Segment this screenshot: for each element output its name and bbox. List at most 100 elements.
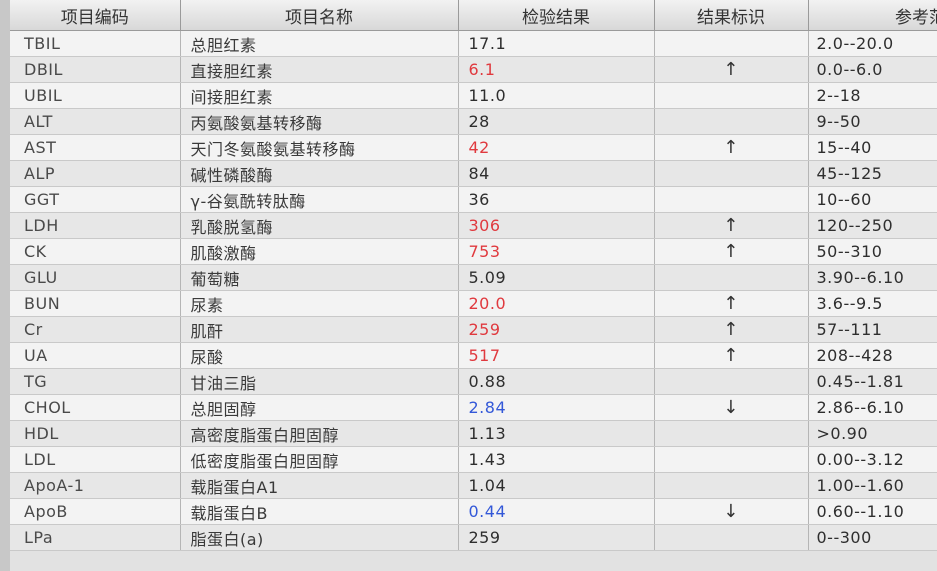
cell-name: 丙氨酸氨基转移酶 — [180, 108, 459, 135]
cell-ref: 10--60 — [808, 186, 937, 213]
cell-flag: ↓ — [654, 394, 809, 421]
cell-ref: 0.00--3.12 — [808, 446, 937, 473]
cell-ref: 2.0--20.0 — [808, 30, 937, 57]
cell-flag: ↑ — [654, 212, 809, 239]
cell-result: 1.13 — [458, 420, 655, 447]
cell-flag — [654, 264, 809, 291]
cell-code: LPa — [10, 524, 181, 551]
table-row[interactable]: GGT γ-谷氨酰转肽酶 36 10--60 — [10, 186, 937, 213]
cell-result: 1.43 — [458, 446, 655, 473]
table-row[interactable]: GLU 葡萄糖 5.09 3.90--6.10 — [10, 264, 937, 291]
cell-name: 尿酸 — [180, 342, 459, 369]
cell-code: LDL — [10, 446, 181, 473]
table-row[interactable]: CHOL 总胆固醇 2.84 ↓ 2.86--6.10 — [10, 394, 937, 421]
cell-flag — [654, 420, 809, 447]
table-row[interactable]: BUN 尿素 20.0 ↑ 3.6--9.5 — [10, 290, 937, 317]
table-row[interactable]: TG 甘油三脂 0.88 0.45--1.81 — [10, 368, 937, 395]
cell-name: 载脂蛋白B — [180, 498, 459, 525]
cell-result: 84 — [458, 160, 655, 187]
cell-ref: 3.90--6.10 — [808, 264, 937, 291]
cell-result: 517 — [458, 342, 655, 369]
cell-ref: 1.00--1.60 — [808, 472, 937, 499]
cell-flag: ↑ — [654, 56, 809, 83]
cell-name: 甘油三脂 — [180, 368, 459, 395]
cell-flag — [654, 108, 809, 135]
cell-code: UA — [10, 342, 181, 369]
column-header-result[interactable]: 检验结果 — [458, 0, 655, 31]
cell-result: 11.0 — [458, 82, 655, 109]
table-header-row: 项目编码 项目名称 检验结果 结果标识 参考范围 — [10, 0, 937, 31]
table-row[interactable]: AST 天门冬氨酸氨基转移酶 42 ↑ 15--40 — [10, 134, 937, 161]
cell-code: LDH — [10, 212, 181, 239]
table-row[interactable]: LDH 乳酸脱氢酶 306 ↑ 120--250 — [10, 212, 937, 239]
cell-ref: 45--125 — [808, 160, 937, 187]
cell-name: 脂蛋白(a) — [180, 524, 459, 551]
table-row[interactable]: Cr 肌酐 259 ↑ 57--111 — [10, 316, 937, 343]
cell-ref: 0.0--6.0 — [808, 56, 937, 83]
cell-name: 天门冬氨酸氨基转移酶 — [180, 134, 459, 161]
cell-ref: 2.86--6.10 — [808, 394, 937, 421]
table-row[interactable]: LPa 脂蛋白(a) 259 0--300 — [10, 524, 937, 551]
cell-flag: ↑ — [654, 238, 809, 265]
lab-results-screen: 项目编码 项目名称 检验结果 结果标识 参考范围 TBIL总胆红素17.1 2.0… — [0, 0, 937, 571]
cell-name: 载脂蛋白A1 — [180, 472, 459, 499]
table-row[interactable]: UBIL 间接胆红素 11.0 2--18 — [10, 82, 937, 109]
table-row[interactable]: ALT 丙氨酸氨基转移酶 28 9--50 — [10, 108, 937, 135]
cell-flag — [654, 82, 809, 109]
table-row[interactable]: UA 尿酸 517 ↑ 208--428 — [10, 342, 937, 369]
cell-code: DBIL — [10, 56, 181, 83]
cell-code: HDL — [10, 420, 181, 447]
window-left-edge — [0, 0, 10, 571]
cell-ref: 0.45--1.81 — [808, 368, 937, 395]
column-header-name[interactable]: 项目名称 — [180, 0, 459, 31]
cell-name: 尿素 — [180, 290, 459, 317]
table-row[interactable]: LDL 低密度脂蛋白胆固醇 1.43 0.00--3.12 — [10, 446, 937, 473]
cell-ref: 120--250 — [808, 212, 937, 239]
cell-result: 28 — [458, 108, 655, 135]
cell-flag — [654, 524, 809, 551]
cell-ref: 208--428 — [808, 342, 937, 369]
cell-ref: 9--50 — [808, 108, 937, 135]
cell-name: 肌酐 — [180, 316, 459, 343]
cell-code: TG — [10, 368, 181, 395]
cell-result: 20.0 — [458, 290, 655, 317]
cell-result: 2.84 — [458, 394, 655, 421]
column-header-ref[interactable]: 参考范围 — [808, 0, 937, 31]
cell-result: 259 — [458, 524, 655, 551]
cell-code: UBIL — [10, 82, 181, 109]
cell-flag: ↑ — [654, 290, 809, 317]
column-header-flag[interactable]: 结果标识 — [654, 0, 809, 31]
cell-result: 306 — [458, 212, 655, 239]
cell-result: 6.1 — [458, 56, 655, 83]
cell-ref: >0.90 — [808, 420, 937, 447]
cell-ref: 15--40 — [808, 134, 937, 161]
column-header-code[interactable]: 项目编码 — [10, 0, 181, 31]
table-row[interactable]: TBIL 总胆红素 17.1 2.0--20.0 — [10, 30, 937, 57]
cell-code: BUN — [10, 290, 181, 317]
table-row[interactable]: CK 肌酸激酶 753 ↑ 50--310 — [10, 238, 937, 265]
cell-flag — [654, 30, 809, 57]
table-row[interactable]: DBIL 直接胆红素 6.1 ↑ 0.0--6.0 — [10, 56, 937, 83]
cell-code: ApoA-1 — [10, 472, 181, 499]
cell-name: 总胆固醇 — [180, 394, 459, 421]
cell-code: CHOL — [10, 394, 181, 421]
cell-ref: 50--310 — [808, 238, 937, 265]
cell-name: 乳酸脱氢酶 — [180, 212, 459, 239]
table-row[interactable]: HDL 高密度脂蛋白胆固醇 1.13 >0.90 — [10, 420, 937, 447]
cell-name: 直接胆红素 — [180, 56, 459, 83]
table-row[interactable]: ALP 碱性磷酸酶 84 45--125 — [10, 160, 937, 187]
table-row[interactable]: ApoB 载脂蛋白B 0.44 ↓ 0.60--1.10 — [10, 498, 937, 525]
cell-flag: ↑ — [654, 316, 809, 343]
cell-result: 36 — [458, 186, 655, 213]
cell-code: ALP — [10, 160, 181, 187]
cell-name: 葡萄糖 — [180, 264, 459, 291]
cell-flag — [654, 186, 809, 213]
cell-ref: 57--111 — [808, 316, 937, 343]
cell-flag — [654, 368, 809, 395]
cell-ref: 0.60--1.10 — [808, 498, 937, 525]
cell-code: CK — [10, 238, 181, 265]
table-row[interactable]: ApoA-1 载脂蛋白A1 1.04 1.00--1.60 — [10, 472, 937, 499]
lab-results-table: 项目编码 项目名称 检验结果 结果标识 参考范围 TBIL总胆红素17.1 2.0… — [10, 0, 937, 551]
cell-flag: ↑ — [654, 134, 809, 161]
cell-code: GLU — [10, 264, 181, 291]
